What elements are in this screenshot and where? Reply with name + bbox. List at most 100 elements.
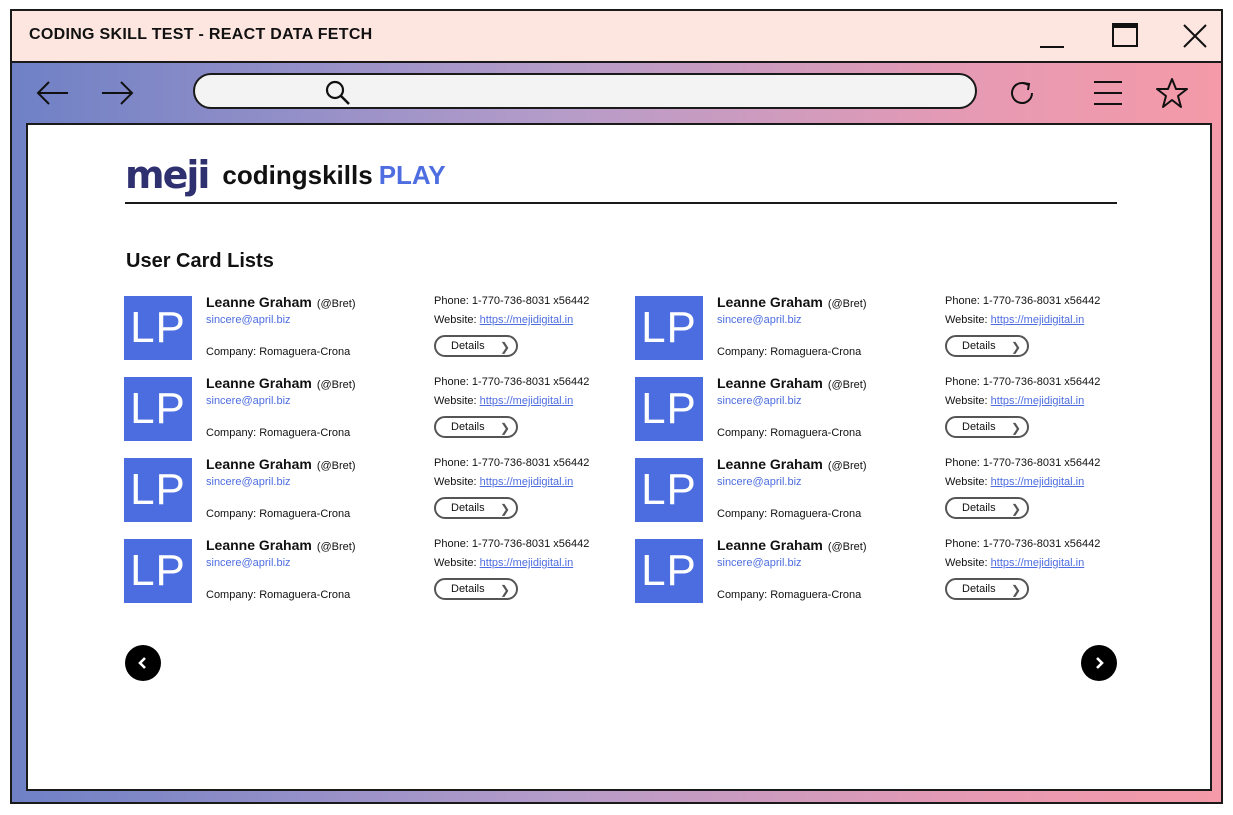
user-avatar: LP <box>635 296 703 360</box>
website-link[interactable]: https://mejidigital.in <box>480 314 574 326</box>
user-email: sincere@april.biz <box>206 395 291 407</box>
chevron-right-icon: ❯ <box>1010 340 1021 354</box>
title-bar: CODING SKILL TEST - REACT DATA FETCH <box>12 11 1221 63</box>
user-website: Website: https://mejidigital.in <box>945 557 1084 569</box>
user-full-name: Leanne Graham <box>206 375 312 391</box>
user-name: Leanne Graham (@Bret) <box>717 537 867 553</box>
details-label: Details <box>451 583 485 595</box>
user-phone: Phone: 1-770-736-8031 x56442 <box>434 457 590 469</box>
star-icon <box>1156 78 1188 108</box>
back-button[interactable] <box>33 75 73 111</box>
user-email: sincere@april.biz <box>717 476 802 488</box>
user-website: Website: https://mejidigital.in <box>434 314 573 326</box>
user-full-name: Leanne Graham <box>717 294 823 310</box>
details-button[interactable]: Details ❯ <box>945 335 1029 357</box>
user-phone: Phone: 1-770-736-8031 x56442 <box>945 457 1101 469</box>
user-website: Website: https://mejidigital.in <box>434 557 573 569</box>
user-email: sincere@april.biz <box>717 395 802 407</box>
user-company: Company: Romaguera-Crona <box>206 427 351 439</box>
website-label: Website: <box>434 557 480 569</box>
bookmark-button[interactable] <box>1152 75 1192 111</box>
details-label: Details <box>451 340 485 352</box>
details-button[interactable]: Details ❯ <box>434 416 518 438</box>
details-button[interactable]: Details ❯ <box>434 335 518 357</box>
user-company: Company: Romaguera-Crona <box>206 346 351 358</box>
website-link[interactable]: https://mejidigital.in <box>480 557 574 569</box>
user-avatar: LP <box>635 377 703 441</box>
forward-button[interactable] <box>97 75 137 111</box>
close-button[interactable] <box>1178 19 1212 53</box>
user-company: Company: Romaguera-Crona <box>206 589 351 601</box>
user-name: Leanne Graham (@Bret) <box>206 294 356 310</box>
user-name: Leanne Graham (@Bret) <box>206 537 356 553</box>
reload-button[interactable] <box>1002 75 1042 111</box>
details-button[interactable]: Details ❯ <box>945 578 1029 600</box>
details-button[interactable]: Details ❯ <box>945 416 1029 438</box>
user-avatar: LP <box>124 296 192 360</box>
user-phone: Phone: 1-770-736-8031 x56442 <box>434 376 590 388</box>
page-content: meji codingskills PLAY User Card Lists L… <box>26 123 1212 791</box>
chevron-right-icon: ❯ <box>499 340 510 354</box>
chevron-right-icon <box>1096 657 1104 669</box>
browser-window: CODING SKILL TEST - REACT DATA FETCH mej… <box>10 9 1223 804</box>
user-card: LP Leanne Graham (@Bret) sincere@april.biz C… <box>635 294 1135 361</box>
user-card: LP Leanne Graham (@Bret) sincere@april.biz C… <box>124 456 624 523</box>
user-name: Leanne Graham (@Bret) <box>206 456 356 472</box>
website-link[interactable]: https://mejidigital.in <box>480 476 574 488</box>
search-icon <box>325 80 350 105</box>
user-card: LP Leanne Graham (@Bret) sincere@april.biz C… <box>124 537 624 604</box>
menu-button[interactable] <box>1088 75 1128 111</box>
details-label: Details <box>962 583 996 595</box>
user-website: Website: https://mejidigital.in <box>945 314 1084 326</box>
reload-icon <box>1011 82 1033 104</box>
maximize-button[interactable] <box>1108 19 1142 53</box>
user-handle: (@Bret) <box>827 460 867 472</box>
user-handle: (@Bret) <box>827 541 867 553</box>
arrow-left-icon <box>36 81 68 105</box>
website-link[interactable]: https://mejidigital.in <box>480 395 574 407</box>
details-button[interactable]: Details ❯ <box>945 497 1029 519</box>
close-icon <box>1183 24 1207 48</box>
user-phone: Phone: 1-770-736-8031 x56442 <box>945 376 1101 388</box>
section-title: User Card Lists <box>126 250 274 272</box>
next-page-button[interactable] <box>1081 645 1117 681</box>
user-card: LP Leanne Graham (@Bret) sincere@april.biz C… <box>635 456 1135 523</box>
details-button[interactable]: Details ❯ <box>434 497 518 519</box>
website-label: Website: <box>945 314 991 326</box>
user-company: Company: Romaguera-Crona <box>206 508 351 520</box>
address-bar[interactable] <box>193 73 977 109</box>
details-label: Details <box>451 421 485 433</box>
website-link[interactable]: https://mejidigital.in <box>991 476 1085 488</box>
user-company: Company: Romaguera-Crona <box>717 427 862 439</box>
arrow-right-icon <box>102 81 134 105</box>
chevron-right-icon: ❯ <box>1010 421 1021 435</box>
chevron-right-icon: ❯ <box>1010 583 1021 597</box>
user-handle: (@Bret) <box>827 379 867 391</box>
user-full-name: Leanne Graham <box>206 537 312 553</box>
website-link[interactable]: https://mejidigital.in <box>991 314 1085 326</box>
chevron-right-icon: ❯ <box>499 583 510 597</box>
chevron-left-icon <box>138 657 146 669</box>
website-link[interactable]: https://mejidigital.in <box>991 395 1085 407</box>
user-phone: Phone: 1-770-736-8031 x56442 <box>434 295 590 307</box>
user-avatar: LP <box>635 539 703 603</box>
user-company: Company: Romaguera-Crona <box>717 508 862 520</box>
chevron-right-icon: ❯ <box>1010 502 1021 516</box>
user-full-name: Leanne Graham <box>717 375 823 391</box>
window-title: CODING SKILL TEST - REACT DATA FETCH <box>29 26 373 43</box>
user-card: LP Leanne Graham (@Bret) sincere@april.biz C… <box>635 375 1135 442</box>
details-label: Details <box>962 340 996 352</box>
details-button[interactable]: Details ❯ <box>434 578 518 600</box>
user-full-name: Leanne Graham <box>206 294 312 310</box>
user-full-name: Leanne Graham <box>206 456 312 472</box>
website-label: Website: <box>434 395 480 407</box>
header-divider <box>125 202 1117 204</box>
user-company: Company: Romaguera-Crona <box>717 346 862 358</box>
website-link[interactable]: https://mejidigital.in <box>991 557 1085 569</box>
website-label: Website: <box>434 476 480 488</box>
previous-page-button[interactable] <box>125 645 161 681</box>
minimize-button[interactable] <box>1035 19 1069 53</box>
meji-logo: meji <box>125 153 210 197</box>
minimize-icon <box>1040 46 1064 48</box>
brand-name: codingskills <box>222 159 373 190</box>
